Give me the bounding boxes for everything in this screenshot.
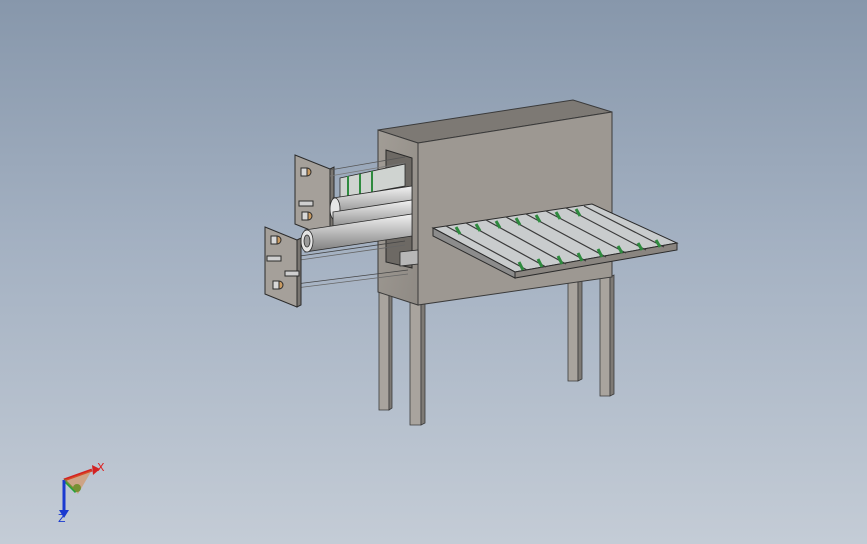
main-housing[interactable]	[377, 99, 613, 306]
z-axis-label: Z	[58, 512, 66, 525]
graphics-viewport[interactable]: X Z	[0, 0, 867, 544]
lower-side-plate	[264, 226, 302, 308]
table-legs-rear	[567, 274, 615, 397]
cad-model-view[interactable]	[0, 0, 867, 544]
x-axis-label: X	[97, 461, 105, 474]
upper-side-plate	[294, 154, 335, 239]
main-frame-legs	[378, 286, 426, 426]
